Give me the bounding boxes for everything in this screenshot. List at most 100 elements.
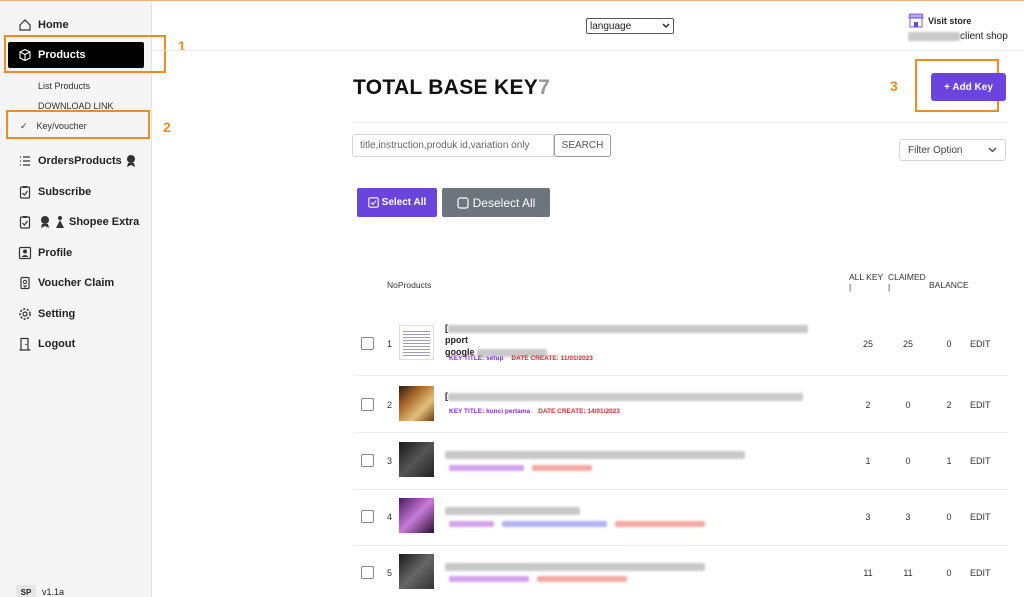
sidebar-item-label: Logout	[38, 338, 76, 350]
row-checkbox[interactable]	[361, 566, 374, 579]
badge-icon	[126, 155, 135, 167]
balance-value: 0	[946, 568, 952, 578]
all-key-value: 25	[862, 339, 873, 349]
product-name-tail: pport	[445, 335, 468, 345]
user-icon	[18, 246, 32, 260]
checkbox-checked-icon	[367, 197, 379, 208]
search-input[interactable]: title,instruction,produk id,variation on…	[352, 134, 554, 157]
page-title-text: TOTAL BASE KEY	[353, 76, 539, 99]
row-meta	[449, 521, 705, 528]
row-meta: KEY TITLE: setup DATE CREATE: 11/01/2023	[449, 355, 593, 362]
page-title: TOTAL BASE KEY7	[353, 76, 550, 100]
list-icon	[20, 156, 30, 166]
annotation-box-2	[6, 110, 150, 139]
home-icon	[19, 19, 31, 31]
edit-link[interactable]: EDIT	[970, 456, 991, 466]
language-select[interactable]: language	[586, 18, 674, 34]
row-checkbox[interactable]	[361, 510, 374, 523]
product-name	[445, 560, 825, 572]
edit-link[interactable]: EDIT	[970, 339, 991, 349]
redacted-text	[449, 521, 494, 528]
row-number: 3	[387, 456, 393, 466]
shop-name: client shop	[908, 31, 1008, 42]
row-number: 1	[387, 339, 393, 349]
date-create: DATE CREATE: 14/01/2023	[538, 408, 620, 415]
top-header: language Visit store client shop	[152, 1, 1024, 51]
sidebar-item-voucher-claim[interactable]: Voucher Claim	[18, 276, 114, 290]
cone-icon	[56, 216, 64, 228]
balance-value: 2	[946, 400, 952, 410]
product-thumbnail	[399, 325, 434, 360]
divider	[353, 122, 1008, 123]
annotation-box-1	[4, 35, 166, 73]
sidebar-item-setting[interactable]: Setting	[18, 307, 75, 321]
row-meta	[449, 465, 592, 472]
deselect-all-label: Deselect All	[472, 195, 536, 210]
sidebar-sub-list-products[interactable]: List Products	[38, 81, 90, 91]
table-row: 1 [pport google KEY TITLE: setup DATE CRE…	[353, 320, 1008, 376]
filter-option-label: Filter Option	[908, 144, 963, 156]
claimed-value: 0	[905, 400, 911, 410]
balance-value: 0	[946, 339, 952, 349]
balance-value: 1	[946, 456, 952, 466]
sidebar-item-profile[interactable]: Profile	[18, 246, 72, 260]
redacted-text	[445, 506, 580, 515]
shop-name-suffix: client shop	[960, 31, 1008, 42]
redacted-text	[445, 562, 705, 571]
select-all-button[interactable]: Select All	[357, 188, 437, 217]
avatar: SP	[16, 585, 36, 597]
sidebar-item-label: Home	[38, 19, 69, 31]
badge-icon	[41, 216, 49, 228]
select-all-label: Select All	[381, 197, 427, 208]
column-header-no-products: NoProducts	[387, 280, 432, 290]
row-checkbox[interactable]	[361, 398, 374, 411]
search-button[interactable]: SEARCH	[554, 134, 611, 157]
claimed-value: 0	[905, 456, 911, 466]
version-label: v1.1a	[42, 587, 65, 597]
redacted-text	[908, 31, 960, 41]
product-thumbnail	[399, 442, 434, 477]
redacted-text	[531, 465, 592, 472]
sidebar-item-label: Voucher Claim	[38, 277, 115, 289]
balance-value: 0	[946, 512, 952, 522]
redacted-text	[445, 450, 745, 459]
visit-store-link[interactable]: Visit store client shop	[908, 13, 1008, 42]
total-key-count: 7	[538, 76, 551, 99]
all-key-value: 2	[865, 400, 871, 410]
all-key-value: 1	[865, 456, 871, 466]
product-name: [pport google	[445, 322, 825, 358]
sidebar-item-subscribe[interactable]: Subscribe	[18, 185, 91, 199]
filter-option-select[interactable]: Filter Option	[899, 139, 1006, 161]
version-info: SP v1.1a	[16, 585, 64, 597]
product-name: [	[445, 390, 825, 402]
product-name	[445, 504, 825, 516]
all-key-value: 3	[865, 512, 871, 522]
row-checkbox[interactable]	[361, 337, 374, 350]
column-header-claimed: CLAIMED |	[888, 272, 926, 292]
clipboard-check-icon	[19, 186, 31, 199]
sidebar-item-logout[interactable]: Logout	[18, 337, 75, 351]
edit-link[interactable]: EDIT	[970, 400, 991, 410]
annotation-number-3: 3	[890, 78, 898, 94]
row-checkbox[interactable]	[361, 454, 374, 467]
door-icon	[19, 337, 31, 351]
sidebar-item-label: Profile	[38, 247, 73, 259]
row-number: 4	[387, 512, 393, 522]
redacted-text	[449, 465, 524, 472]
add-key-button[interactable]: + Add Key	[931, 73, 1006, 101]
sidebar-item-shopee-extra[interactable]: Shopee Extra	[18, 215, 139, 229]
column-header-all-key: ALL KEY |	[849, 272, 884, 292]
deselect-all-button[interactable]: Deselect All	[442, 188, 550, 217]
sidebar-item-home[interactable]: Home	[18, 18, 69, 32]
redacted-text	[501, 521, 607, 528]
edit-link[interactable]: EDIT	[970, 568, 991, 578]
redacted-text	[536, 576, 627, 583]
table-row: 2 [ KEY TITLE: kunci pertama DATE CREATE:…	[353, 377, 1008, 433]
date-create: DATE CREATE: 11/01/2023	[511, 355, 593, 362]
sidebar-item-orders[interactable]: OrdersProducts	[18, 154, 144, 168]
store-icon	[908, 13, 924, 28]
row-number: 5	[387, 568, 393, 578]
redacted-text	[614, 521, 705, 528]
edit-link[interactable]: EDIT	[970, 512, 991, 522]
claimed-value: 3	[905, 512, 911, 522]
